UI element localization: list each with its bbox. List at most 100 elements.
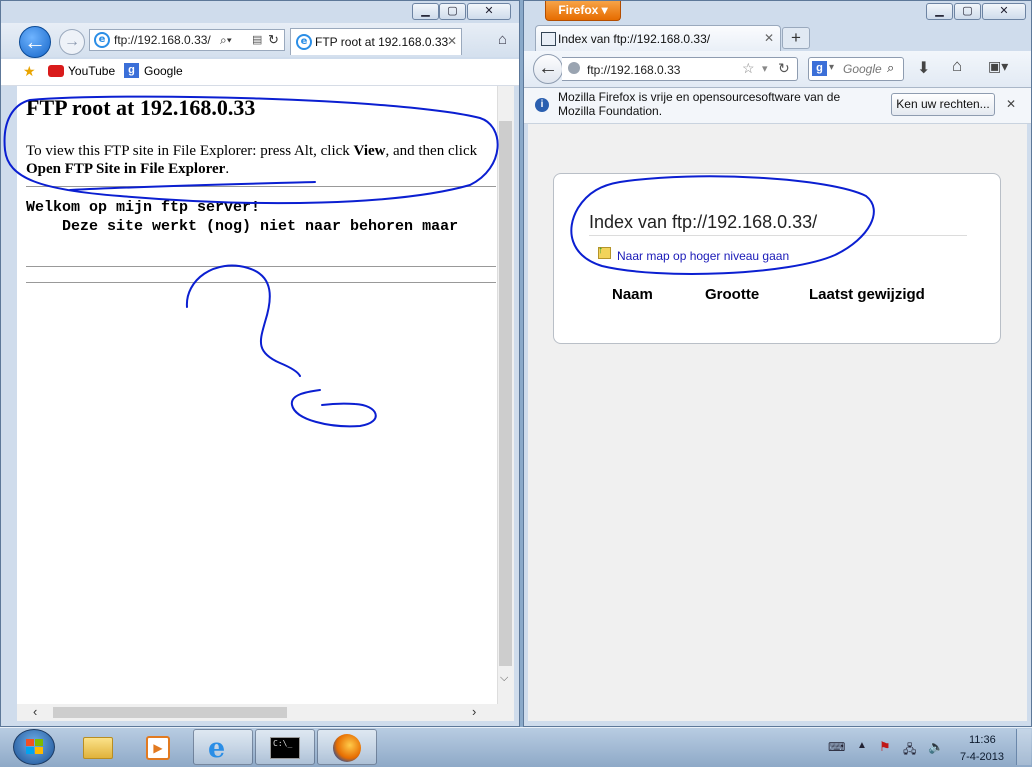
up-arrow-icon: ↑: [598, 245, 603, 256]
title-divider: [589, 235, 967, 236]
search-icon[interactable]: ⌕▾: [220, 33, 232, 48]
engine-dropdown-icon[interactable]: ▾: [829, 62, 834, 73]
ff-back-button[interactable]: ←: [533, 54, 563, 84]
ff-url-bar[interactable]: ftp://192.168.0.33 ☆ ▾ ↻: [562, 57, 798, 81]
ie-forward-button[interactable]: →: [59, 29, 85, 55]
home-icon[interactable]: ⌂: [952, 56, 962, 76]
scrollbar-thumb[interactable]: [53, 707, 287, 718]
ff-minimize-button[interactable]: ▁: [926, 3, 953, 20]
taskbar-media[interactable]: ▶: [128, 729, 188, 765]
divider: [26, 266, 496, 267]
ie-horizontal-scrollbar[interactable]: ‹ ›: [17, 704, 514, 721]
close-tab-icon[interactable]: ✕: [447, 34, 457, 48]
scroll-right-icon[interactable]: ›: [472, 704, 476, 719]
ie-page-content: FTP root at 192.168.0.33 To view this FT…: [17, 86, 497, 704]
firefox-menu-button[interactable]: Firefox ▾: [545, 1, 621, 21]
scrollbar-thumb[interactable]: [499, 121, 512, 666]
page-heading: FTP root at 192.168.0.33: [26, 95, 256, 120]
show-desktop-button[interactable]: [1016, 729, 1031, 765]
ftp-page-icon: [541, 32, 556, 46]
welcome-message: Welkom op mijn ftp server! Deze site wer…: [26, 198, 467, 236]
hint-open-ftp: Open FTP Site in File Explorer: [26, 161, 226, 177]
favorites-star-icon[interactable]: ★: [23, 63, 36, 80]
ie-back-button[interactable]: ←: [19, 26, 51, 58]
firefox-icon: [333, 734, 361, 762]
ie-address-text: ftp://192.168.0.33/: [114, 33, 211, 47]
hint-text: To view this FTP site in File Explorer: …: [26, 143, 354, 159]
history-dropdown-icon[interactable]: ▾: [762, 62, 768, 75]
hint-text-2: , and then click: [385, 143, 478, 159]
scroll-left-icon[interactable]: ‹: [33, 704, 37, 719]
reload-icon[interactable]: ↻: [778, 60, 790, 77]
favorite-youtube[interactable]: YouTube: [68, 64, 115, 78]
ie-address-bar[interactable]: e ftp://192.168.0.33/ ⌕▾ ▤ ↻: [89, 29, 285, 51]
folder-icon: [83, 737, 113, 759]
downloads-icon[interactable]: ⬇: [917, 58, 930, 78]
ie-favorites-bar: ★ YouTube g Google: [1, 59, 519, 86]
action-center-icon[interactable]: ⚑: [879, 739, 891, 755]
volume-icon[interactable]: 🔈: [928, 739, 944, 755]
windows-logo-icon: [35, 739, 43, 746]
ie-maximize-button[interactable]: ▢: [439, 3, 466, 20]
ff-search-box[interactable]: g ▾ Google ⌕: [808, 57, 904, 81]
scroll-down-icon[interactable]: ⌵: [500, 672, 508, 685]
ff-close-button[interactable]: ✕: [982, 3, 1026, 20]
welcome-line-2: Deze site werkt (nog) niet naar behoren …: [26, 218, 468, 235]
windows-logo-icon: [26, 739, 34, 746]
google-icon[interactable]: g: [812, 61, 827, 76]
ff-tab-title: Index van ftp://192.168.0.33/: [558, 32, 711, 46]
ie-page-icon: e: [94, 32, 110, 48]
welcome-line-1: Welkom op mijn ftp server!: [26, 199, 261, 216]
divider: [26, 186, 496, 187]
bookmark-star-icon[interactable]: ☆: [742, 60, 755, 77]
windows-logo-icon: [26, 747, 34, 754]
close-notification-icon[interactable]: ✕: [1006, 97, 1016, 111]
youtube-icon: [48, 65, 64, 77]
taskbar-explorer[interactable]: [68, 729, 128, 765]
taskbar-ie[interactable]: e: [193, 729, 253, 765]
start-button[interactable]: [13, 729, 55, 765]
ie-window: ▁ ▢ ✕ ← → e ftp://192.168.0.33/ ⌕▾ ▤ ↻ e…: [0, 0, 520, 727]
hint-view: View: [353, 143, 386, 159]
new-tab-button[interactable]: +: [782, 27, 810, 49]
compat-view-icon[interactable]: ▤: [252, 33, 262, 46]
google-icon: g: [124, 63, 139, 78]
favorite-google[interactable]: Google: [144, 64, 183, 78]
ftp-explorer-hint: To view this FTP site in File Explorer: …: [26, 142, 488, 178]
windows-logo-icon: [35, 747, 43, 754]
column-size[interactable]: Grootte: [705, 286, 759, 303]
clock-time[interactable]: 11:36: [969, 734, 996, 746]
network-icon[interactable]: 🖧: [903, 740, 916, 761]
bookmarks-menu-icon[interactable]: ▣▾: [988, 58, 1008, 75]
firefox-menu-label: Firefox: [558, 3, 599, 17]
taskbar-cmd[interactable]: C:\_: [255, 729, 315, 765]
ie-minimize-button[interactable]: ▁: [412, 3, 439, 20]
search-placeholder: Google: [843, 62, 882, 76]
keyboard-icon[interactable]: ⌨: [828, 740, 845, 754]
notification-text: Mozilla Firefox is vrije en opensourceso…: [558, 90, 841, 118]
taskbar-firefox[interactable]: [317, 729, 377, 765]
ie-vertical-scrollbar[interactable]: ⌵: [497, 86, 514, 704]
search-icon[interactable]: ⌕: [887, 60, 894, 76]
info-icon: i: [535, 98, 549, 112]
ie-tab-icon: e: [296, 34, 312, 50]
internet-explorer-icon: e: [208, 733, 226, 764]
site-identity-icon[interactable]: [568, 62, 580, 74]
ie-close-button[interactable]: ✕: [467, 3, 511, 20]
ff-maximize-button[interactable]: ▢: [954, 3, 981, 20]
column-name[interactable]: Naam: [612, 286, 653, 303]
index-title: Index van ftp://192.168.0.33/: [589, 212, 818, 232]
media-player-icon: ▶: [146, 736, 170, 760]
close-tab-icon[interactable]: ✕: [764, 31, 774, 45]
column-last-modified[interactable]: Laatst gewijzigd: [809, 286, 925, 303]
ie-tab-ftp-root[interactable]: e FTP root at 192.168.0.33 ✕: [290, 28, 462, 55]
ie-tab-title: FTP root at 192.168.0.33: [315, 35, 449, 49]
know-your-rights-button[interactable]: Ken uw rechten...: [891, 93, 995, 116]
show-hidden-icons[interactable]: ▲: [857, 740, 867, 751]
home-icon[interactable]: ⌂: [498, 31, 507, 48]
ftp-index-card: Index van ftp://192.168.0.33/ ↑ Naar map…: [553, 173, 1001, 344]
ff-tab-index[interactable]: Index van ftp://192.168.0.33/ ✕: [535, 25, 781, 51]
refresh-icon[interactable]: ↻: [268, 32, 279, 48]
parent-directory-link[interactable]: Naar map op hoger niveau gaan: [617, 249, 789, 263]
clock-date[interactable]: 7-4-2013: [960, 751, 1004, 763]
